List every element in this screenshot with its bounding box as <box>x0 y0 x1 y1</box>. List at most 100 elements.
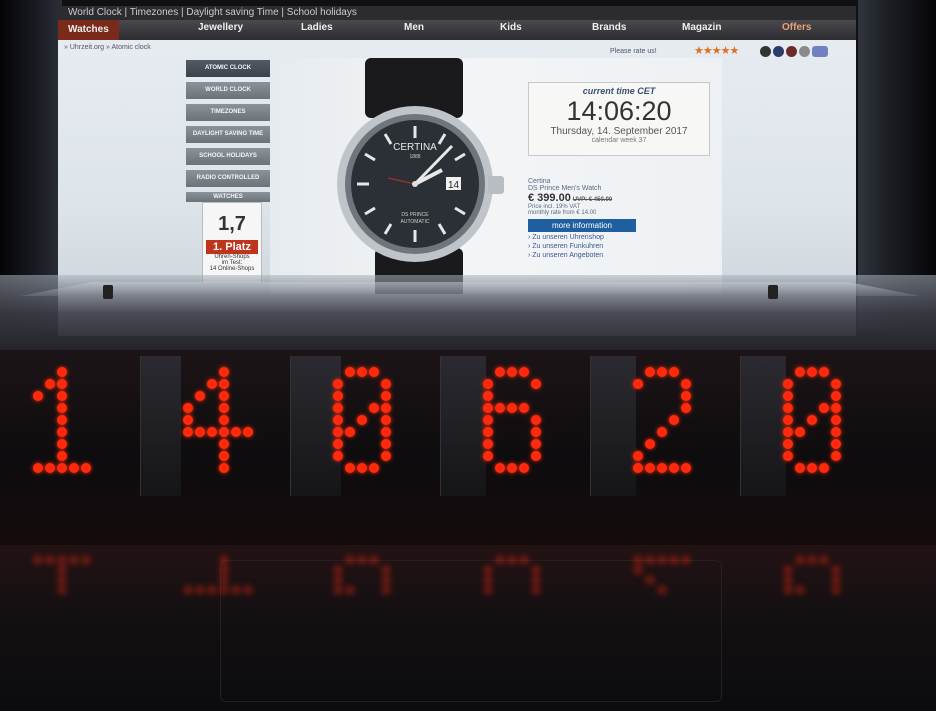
led-dot <box>45 379 55 389</box>
led-reflection-dot <box>519 555 529 565</box>
led-dot <box>243 427 253 437</box>
led-dot <box>681 463 691 473</box>
led-dot <box>333 379 343 389</box>
led-dot <box>681 391 691 401</box>
led-reflection-dot <box>219 565 229 575</box>
led-dot <box>807 367 817 377</box>
led-reflection-dot <box>633 555 643 565</box>
led-dot <box>219 403 229 413</box>
led-dot <box>831 451 841 461</box>
led-dot <box>831 391 841 401</box>
led-dot <box>345 463 355 473</box>
led-reflection-dot <box>243 585 253 595</box>
led-reflection-dot <box>495 555 505 565</box>
led-reflection-dot <box>645 555 655 565</box>
led-dot <box>495 367 505 377</box>
led-dot <box>507 367 517 377</box>
photo: World Clock | Timezones | Daylight savin… <box>0 0 936 711</box>
led-reflection-dot <box>357 555 367 565</box>
led-dot <box>819 403 829 413</box>
led-dot <box>531 439 541 449</box>
led-reflection-dot <box>57 555 67 565</box>
led-dot <box>645 439 655 449</box>
led-dot <box>507 463 517 473</box>
led-reflection-dot <box>345 585 355 595</box>
led-reflection-dot <box>219 585 229 595</box>
led-dot <box>57 439 67 449</box>
led-dot <box>333 427 343 437</box>
led-dot <box>783 451 793 461</box>
led-dot <box>633 463 643 473</box>
led-reflection-dot <box>531 575 541 585</box>
led-dot <box>381 379 391 389</box>
led-dot <box>669 367 679 377</box>
led-digit <box>633 367 691 473</box>
led-dot <box>831 379 841 389</box>
led-reflection-dot <box>633 565 643 575</box>
led-dot <box>381 439 391 449</box>
led-dot <box>783 415 793 425</box>
led-dot <box>333 403 343 413</box>
led-reflection-dot <box>783 565 793 575</box>
led-dot <box>645 463 655 473</box>
led-reflection-dot <box>219 575 229 585</box>
led-dot <box>219 451 229 461</box>
led-dot <box>831 415 841 425</box>
led-reflection-dot <box>333 585 343 595</box>
led-dot <box>483 403 493 413</box>
led-dot <box>531 427 541 437</box>
led-reflection-dot <box>657 585 667 595</box>
led-dot <box>657 463 667 473</box>
led-dot <box>819 463 829 473</box>
led-dot <box>483 439 493 449</box>
led-reflection-dot <box>681 555 691 565</box>
led-dot <box>495 463 505 473</box>
led-dot <box>483 427 493 437</box>
led-dot <box>381 415 391 425</box>
led-dot <box>219 415 229 425</box>
led-dot <box>357 463 367 473</box>
led-dot <box>483 415 493 425</box>
led-dot <box>531 451 541 461</box>
led-dot <box>483 379 493 389</box>
led-dot <box>219 439 229 449</box>
led-reflection-dot <box>57 585 67 595</box>
led-dot <box>57 391 67 401</box>
led-dot <box>369 367 379 377</box>
led-dot <box>219 427 229 437</box>
led-dot <box>819 367 829 377</box>
led-reflection-dot <box>831 565 841 575</box>
led-dot <box>669 415 679 425</box>
led-dot <box>381 451 391 461</box>
led-reflection-dot <box>783 575 793 585</box>
led-reflection-dot <box>831 575 841 585</box>
led-dot <box>57 427 67 437</box>
led-dot <box>657 427 667 437</box>
led-dot <box>807 415 817 425</box>
led-dot <box>381 403 391 413</box>
led-reflection-dot <box>207 585 217 595</box>
led-dot <box>45 463 55 473</box>
led-reflection-dot <box>831 585 841 595</box>
led-reflection-dot <box>381 565 391 575</box>
led-dot <box>831 403 841 413</box>
led-dot <box>81 463 91 473</box>
led-matrix-display <box>33 367 841 595</box>
led-reflection-dot <box>345 555 355 565</box>
led-reflection-dot <box>333 575 343 585</box>
led-dot <box>57 463 67 473</box>
led-reflection-dot <box>531 565 541 575</box>
led-dot <box>519 367 529 377</box>
led-dot <box>219 391 229 401</box>
led-dot <box>483 391 493 401</box>
led-digit <box>783 367 841 473</box>
led-reflection-dot <box>195 585 205 595</box>
led-reflection-dot <box>45 555 55 565</box>
led-dot <box>183 403 193 413</box>
led-digit <box>333 367 391 473</box>
led-reflection-dot <box>381 575 391 585</box>
led-dot <box>57 379 67 389</box>
led-dot <box>57 367 67 377</box>
led-dot <box>831 439 841 449</box>
led-dot <box>519 403 529 413</box>
